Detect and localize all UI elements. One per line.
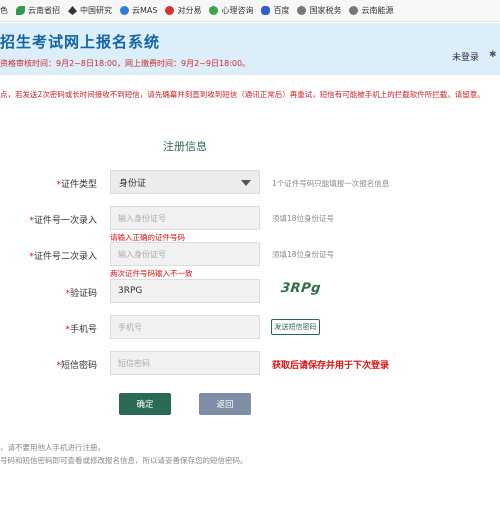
globe-icon xyxy=(349,6,359,15)
emblem-icon xyxy=(297,6,307,15)
bookmark-item[interactable]: 国家税务 xyxy=(297,5,341,16)
sms-password-hint: 获取后请保存并用于下次登录 xyxy=(272,361,390,371)
bookmark-item[interactable]: 云MAS xyxy=(120,5,157,16)
id-type-label: *证件类型 xyxy=(56,180,97,190)
confirm-button[interactable]: 确定 xyxy=(119,393,171,415)
id-second-label: *证件号二次录入 xyxy=(29,252,97,262)
footnote-line: 号码和短信密码即可查看或修改报名信息，所以请妥善保存您的短信密码。 xyxy=(0,456,248,465)
bookmark-item[interactable]: 云南能源 xyxy=(349,5,393,16)
bookmark-item[interactable]: 百度 xyxy=(261,5,289,16)
chevron-down-icon xyxy=(241,180,251,186)
bookmark-item[interactable]: 心理咨询 xyxy=(209,5,253,16)
send-sms-button[interactable]: 发送短信密码 xyxy=(271,319,320,335)
sms-notice: 点，若发送2次密码或长时间接收不到短信，请先确幕并刻直到收到短信（通讯正常后）再… xyxy=(0,90,485,99)
id-type-hint: 1个证件号码只能填报一次报名信息 xyxy=(272,179,390,188)
captcha-label: *验证码 xyxy=(65,289,97,299)
id-first-hint: 须填18位身份证号 xyxy=(272,214,335,223)
bookmark-item[interactable]: 色 xyxy=(0,5,8,16)
footnote-line: ，请不要用他人手机进行注册。 xyxy=(0,443,105,452)
captcha-image[interactable]: 3RPg xyxy=(280,281,321,296)
bookmark-item[interactable]: 中国研究 xyxy=(68,5,112,16)
id-second-error: 两次证件号码输入不一致 xyxy=(110,269,193,278)
phone-label: *手机号 xyxy=(65,325,97,335)
settings-icon[interactable]: ✱ xyxy=(489,50,497,60)
cloud-icon xyxy=(120,6,129,15)
bookmarks-bar: 色 云南省招 中国研究 云MAS 对分易 心理咨询 百度 国家税务 云南能源 xyxy=(0,0,500,22)
red-circle-icon xyxy=(165,6,175,15)
captcha-input[interactable]: 3RPG xyxy=(110,279,260,303)
form-title: 注册信息 xyxy=(163,140,207,153)
bird-icon xyxy=(68,6,77,15)
site-title: 招生考试网上报名系统 xyxy=(0,33,161,51)
id-second-input[interactable]: 输入身份证号 xyxy=(110,242,260,266)
sms-password-input[interactable]: 短信密码 xyxy=(110,351,260,375)
green-circle-icon xyxy=(209,6,219,15)
back-button[interactable]: 返回 xyxy=(199,393,251,415)
deadline-text: 资格审核时间：9月2~8日18:00，网上缴费时间：9月2~9日18:00。 xyxy=(0,59,251,68)
phone-input[interactable]: 手机号 xyxy=(110,315,260,339)
yn-leaf-icon xyxy=(16,6,25,15)
bookmark-item[interactable]: 云南省招 xyxy=(16,5,60,16)
site-header: 招生考试网上报名系统 资格审核时间：9月2~8日18:00，网上缴费时间：9月2… xyxy=(0,23,500,75)
id-type-select[interactable]: 身份证 xyxy=(110,170,260,194)
bookmark-item[interactable]: 对分易 xyxy=(165,5,201,16)
id-first-input[interactable]: 输入身份证号 xyxy=(110,206,260,230)
sms-password-label: *短信密码 xyxy=(56,361,97,371)
id-first-label: *证件号一次录入 xyxy=(29,216,97,226)
baidu-paw-icon xyxy=(261,6,271,15)
id-second-hint: 须填18位身份证号 xyxy=(272,250,335,259)
login-status[interactable]: 未登录 xyxy=(452,50,479,63)
